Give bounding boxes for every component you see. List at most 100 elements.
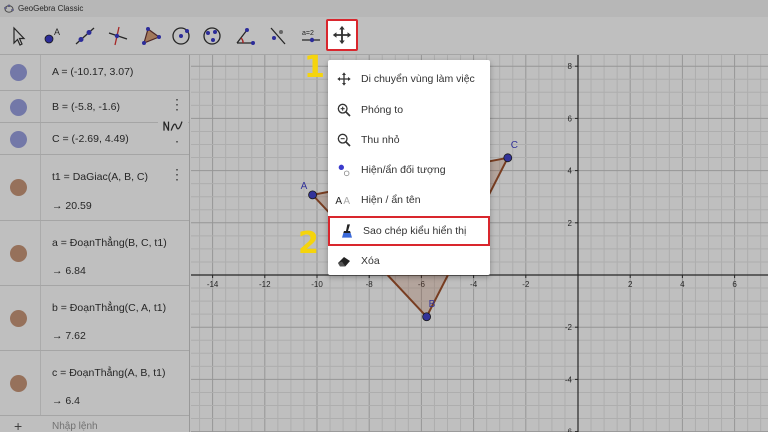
menu-item-label: Hiện / ẩn tên xyxy=(361,194,421,206)
algebra-input-row[interactable]: + Nhập lệnh xyxy=(0,416,189,432)
svg-text:A: A xyxy=(343,196,350,207)
line-tool-button[interactable] xyxy=(69,20,101,52)
y-tick-label: 4 xyxy=(568,167,573,176)
circle-three-points-tool-button[interactable] xyxy=(196,20,228,52)
algebra-row-segment-a[interactable]: a = ĐoạnThẳng(B, C, t1) → 6.84 xyxy=(0,221,189,286)
algebra-value: → 6.84 xyxy=(52,265,86,277)
visibility-toggle-dot[interactable] xyxy=(10,64,27,81)
algebra-row-a[interactable]: A = (-10.17, 3.07) xyxy=(0,55,189,91)
menu-item-label: Hiện/ẩn đối tượng xyxy=(361,164,446,176)
geogebra-app: GeoGebra Classic A a=2 A = (-10.17, 3.07… xyxy=(0,0,768,432)
circle-center-point-icon xyxy=(172,27,190,45)
algebra-view: A = (-10.17, 3.07) B = (-5.8, -1.6) ⋮ C … xyxy=(0,55,190,432)
x-tick-label: 6 xyxy=(732,280,737,289)
perpendicular-tool-button[interactable] xyxy=(102,20,134,52)
x-tick-label: -2 xyxy=(522,280,530,289)
point-label-B: B xyxy=(429,299,436,310)
title-bar: GeoGebra Classic xyxy=(0,0,768,17)
slider-tool-button[interactable]: a=2 xyxy=(295,20,327,52)
menu-item-delete[interactable]: Xóa xyxy=(328,246,490,276)
menu-item-label: Sao chép kiểu hiển thị xyxy=(363,225,467,237)
point-C[interactable] xyxy=(503,153,513,163)
algebra-expression: c = ĐoạnThẳng(A, B, t1) xyxy=(52,367,166,379)
more-options-icon[interactable]: ⋮ xyxy=(170,97,184,111)
algebra-value: → 20.59 xyxy=(52,200,92,212)
menu-item-copy-style[interactable]: Sao chép kiểu hiển thị xyxy=(328,216,490,246)
y-tick-label: -6 xyxy=(565,428,573,432)
reflect-tool-button[interactable] xyxy=(262,20,294,52)
algebra-value: → 7.62 xyxy=(52,330,86,342)
zoom-out-icon xyxy=(337,133,351,147)
menu-item-zoom-out[interactable]: Thu nhỏ xyxy=(328,125,490,155)
move-graphics-view-button[interactable] xyxy=(326,19,358,51)
toolbar: A a=2 xyxy=(0,17,768,55)
zoom-in-icon xyxy=(337,103,351,117)
point-B[interactable] xyxy=(422,312,432,322)
circle-three-points-icon xyxy=(203,27,221,45)
cursor-arrow-icon xyxy=(13,26,26,46)
input-bar[interactable]: Nhập lệnh xyxy=(52,421,98,432)
step-number-1: 1 xyxy=(304,50,325,85)
circle-center-tool-button[interactable] xyxy=(165,20,197,52)
line-through-points-icon xyxy=(75,27,95,45)
visibility-toggle-dot[interactable] xyxy=(10,131,27,148)
algebra-row-t1[interactable]: t1 = DaGiac(A, B, C) → 20.59 ⋮ xyxy=(0,155,189,221)
algebra-expression: A = (-10.17, 3.07) xyxy=(52,66,134,78)
move-arrows-icon xyxy=(337,72,351,86)
move-arrows-icon xyxy=(332,25,352,45)
visibility-toggle-dot[interactable] xyxy=(10,310,27,327)
reflect-line-icon xyxy=(270,27,286,45)
menu-item-label: Di chuyển vùng làm việc xyxy=(361,73,475,85)
point-label-C: C xyxy=(511,140,518,151)
angle-tool-button[interactable] xyxy=(229,20,261,52)
visibility-toggle-dot[interactable] xyxy=(10,99,27,116)
move-tool-button[interactable] xyxy=(3,20,35,52)
perpendicular-line-icon xyxy=(108,26,128,46)
algebra-expression: b = ĐoạnThẳng(C, A, t1) xyxy=(52,302,167,314)
point-tool-button[interactable]: A xyxy=(36,20,68,52)
geogebra-logo-icon xyxy=(4,4,14,13)
menu-item-label: Phóng to xyxy=(361,104,404,116)
menu-item-zoom-in[interactable]: Phóng to xyxy=(328,95,490,125)
menu-item-move-graphics[interactable]: Di chuyển vùng làm việc xyxy=(328,64,490,94)
visibility-toggle-dot[interactable] xyxy=(10,179,27,196)
slider-icon: a=2 xyxy=(302,30,320,43)
window-title: GeoGebra Classic xyxy=(18,4,84,13)
menu-item-label: Thu nhỏ xyxy=(361,134,400,146)
visibility-toggle-dot[interactable] xyxy=(10,375,27,392)
point-A[interactable] xyxy=(308,190,317,200)
algebra-style-button[interactable] xyxy=(158,113,188,141)
menu-item-show-hide-object[interactable]: Hiện/ẩn đối tượng xyxy=(328,155,490,185)
polygon-icon xyxy=(142,27,161,45)
y-tick-label: 8 xyxy=(568,62,573,71)
show-hide-label-icon: AA xyxy=(335,196,350,207)
algebra-expression: a = ĐoạnThẳng(B, C, t1) xyxy=(52,237,167,249)
y-tick-label: -4 xyxy=(565,375,573,384)
polygon-tool-button[interactable] xyxy=(135,20,167,52)
x-tick-label: -4 xyxy=(470,280,478,289)
x-tick-label: -14 xyxy=(207,280,219,289)
add-icon[interactable]: + xyxy=(14,418,22,432)
step-number-2: 2 xyxy=(298,226,319,261)
algebra-style-icon xyxy=(163,121,183,131)
show-hide-object-icon xyxy=(338,164,350,177)
algebra-row-segment-b[interactable]: b = ĐoạnThẳng(C, A, t1) → 7.62 xyxy=(0,286,189,351)
menu-item-label: Xóa xyxy=(361,255,380,267)
algebra-row-segment-c[interactable]: c = ĐoạnThẳng(A, B, t1) → 6.4 xyxy=(0,351,189,416)
x-tick-label: 2 xyxy=(628,280,633,289)
menu-item-show-hide-label[interactable]: AA Hiện / ẩn tên xyxy=(328,185,490,215)
y-tick-label: 2 xyxy=(568,219,573,228)
algebra-expression: C = (-2.69, 4.49) xyxy=(52,133,129,145)
more-options-icon[interactable]: ⋮ xyxy=(170,167,184,181)
algebra-expression: t1 = DaGiac(A, B, C) xyxy=(52,171,148,183)
point-label-A: A xyxy=(301,181,308,192)
angle-icon xyxy=(236,28,255,45)
svg-text:A: A xyxy=(335,196,342,207)
slider-label: a=2 xyxy=(302,30,314,37)
y-tick-label: 6 xyxy=(568,114,573,123)
tool-dropdown-menu: Di chuyển vùng làm việc Phóng to Thu nhỏ… xyxy=(328,60,490,275)
y-tick-label: -2 xyxy=(565,323,573,332)
point-icon: A xyxy=(44,27,60,44)
visibility-toggle-dot[interactable] xyxy=(10,245,27,262)
eraser-icon xyxy=(338,257,350,267)
